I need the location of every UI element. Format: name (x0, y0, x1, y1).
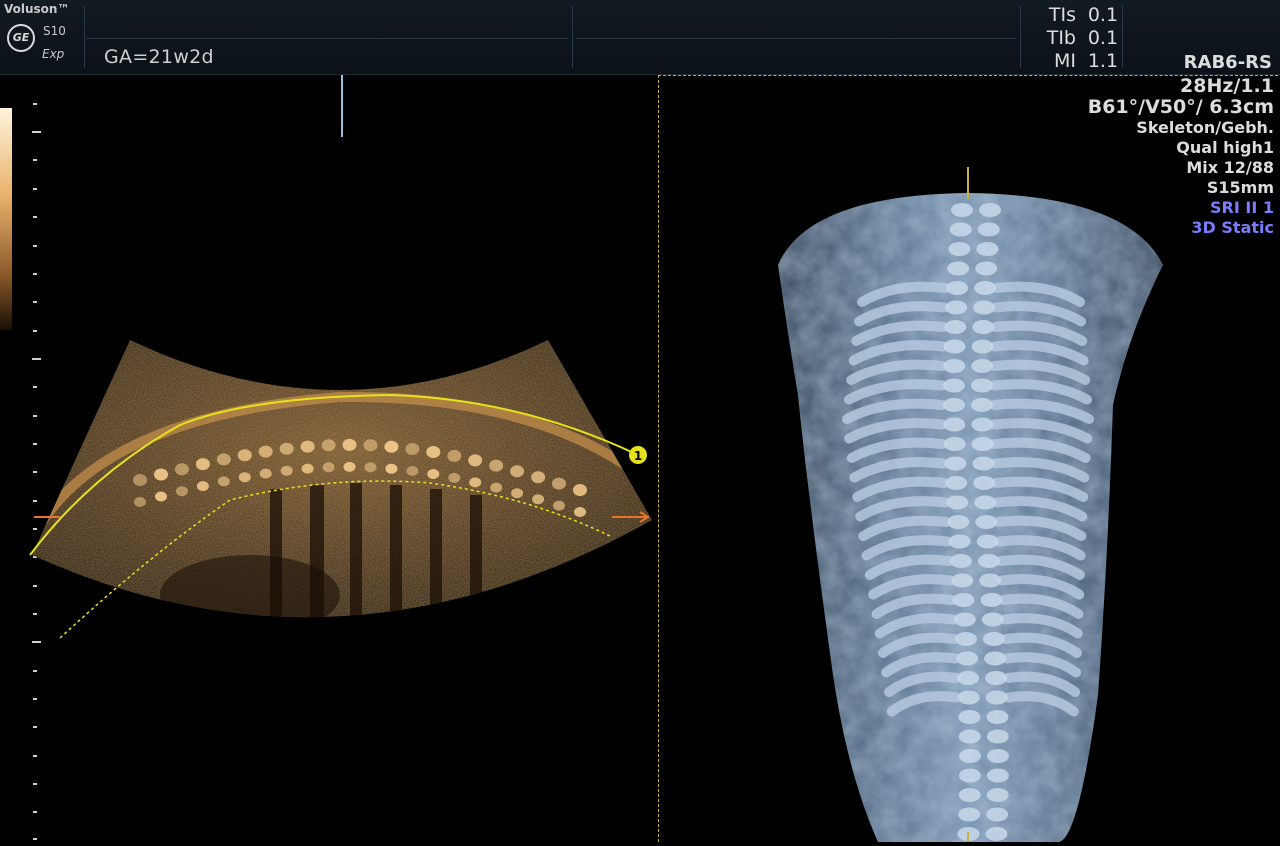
vertebra-echo (406, 466, 419, 476)
index-row: TIs 0.1 (1030, 4, 1120, 27)
header-divider (1122, 6, 1123, 68)
vertebra-echo (237, 449, 252, 462)
vertebra-echo (300, 440, 315, 453)
bmode-view[interactable]: 1 (0, 75, 656, 842)
frame-rate: 28Hz/1.1 (1180, 75, 1274, 97)
vertebra-echo (489, 459, 504, 472)
vertebra-echo (342, 438, 357, 451)
vertebra-echo (134, 497, 146, 507)
index-label: TIs (1048, 4, 1076, 26)
vertebra-echo (301, 463, 314, 474)
header-divider (84, 6, 85, 68)
index-value: 0.1 (1087, 27, 1119, 49)
vertebra-echo (532, 494, 545, 505)
vertebra-echo (322, 462, 335, 473)
mix-setting: Mix 12/88 (1186, 158, 1274, 177)
vertebra-echo (426, 446, 441, 458)
model-name: S10 (43, 24, 66, 38)
vertebra-echo (175, 486, 188, 497)
vertebra-echo (531, 471, 546, 484)
header-divider (1020, 6, 1021, 68)
probe-name: RAB6-RS (1183, 52, 1272, 73)
vertebra-echo (155, 491, 167, 502)
safety-indices: TIs 0.1 TIb 0.1 MI 1.1 (1030, 4, 1120, 73)
vertebra-echo (279, 442, 294, 455)
vertebra-echo (154, 468, 168, 481)
bmode-image: 1 (29, 340, 652, 639)
ge-logo-icon: GE (7, 24, 35, 52)
slice-thickness: S15mm (1206, 178, 1274, 197)
index-row: MI 1.1 (1030, 50, 1120, 73)
vertebra-echo (195, 458, 210, 471)
vertebra-echo (343, 461, 356, 472)
vertebra-echo (280, 465, 293, 476)
render-marker-label: 1 (634, 449, 642, 463)
vertebra-echo (385, 463, 398, 474)
vertebra-echo (405, 443, 420, 455)
gestational-age: GA=21w2d (104, 46, 214, 68)
vertebra-echo (469, 477, 482, 488)
vertebra-echo (133, 474, 147, 486)
scan-mode: 3D Static (1191, 218, 1274, 237)
vertebra-echo (448, 472, 461, 483)
quality-setting: Qual high1 (1176, 138, 1274, 157)
vertebra-echo (217, 476, 230, 487)
brand-name: Voluson™ (4, 2, 70, 16)
vertebra-echo (447, 449, 462, 462)
header-bar: Voluson™ GE S10 Exp GA=21w2d TIs 0.1 TIb… (0, 0, 1280, 75)
vertebra-echo (427, 469, 440, 479)
vertebra-echo (468, 454, 483, 467)
vertebra-echo (553, 500, 565, 511)
preset-name: Skeleton/Gebh. (1136, 118, 1274, 137)
vertebra-echo (384, 440, 399, 453)
index-label: TIb (1046, 27, 1076, 49)
volume-angles: B61°/V50°/ 6.3cm (1087, 96, 1274, 118)
vertebra-echo (196, 481, 209, 492)
header-line (576, 38, 1016, 39)
info-panel: 28Hz/1.1 B61°/V50°/ 6.3cm Skeleton/Gebh.… (1088, 76, 1274, 238)
vertebra-echo (259, 468, 272, 479)
vertebra-echo (238, 472, 251, 483)
vertebra-echo (258, 445, 273, 458)
index-row: TIb 0.1 (1030, 27, 1120, 50)
vertebra-echo (573, 484, 587, 496)
vertebra-echo (363, 439, 378, 452)
index-label: MI (1054, 50, 1076, 72)
brand-block: Voluson™ GE S10 Exp (3, 0, 83, 70)
vertebra-echo (174, 463, 189, 476)
index-value: 1.1 (1087, 50, 1119, 72)
index-value: 0.1 (1087, 4, 1119, 26)
header-divider (572, 6, 573, 68)
vertebra-echo (321, 439, 336, 452)
model-suffix: Exp (42, 47, 65, 61)
header-line (86, 38, 568, 39)
vertebra-echo (216, 453, 231, 466)
vertebra-echo (364, 462, 377, 473)
vertebra-echo (574, 507, 586, 517)
vertebra-echo (490, 482, 503, 493)
vertebra-echo (511, 488, 524, 499)
vertebra-echo (552, 477, 566, 490)
sri-setting: SRI II 1 (1210, 198, 1274, 217)
vertebra-echo (510, 465, 525, 478)
